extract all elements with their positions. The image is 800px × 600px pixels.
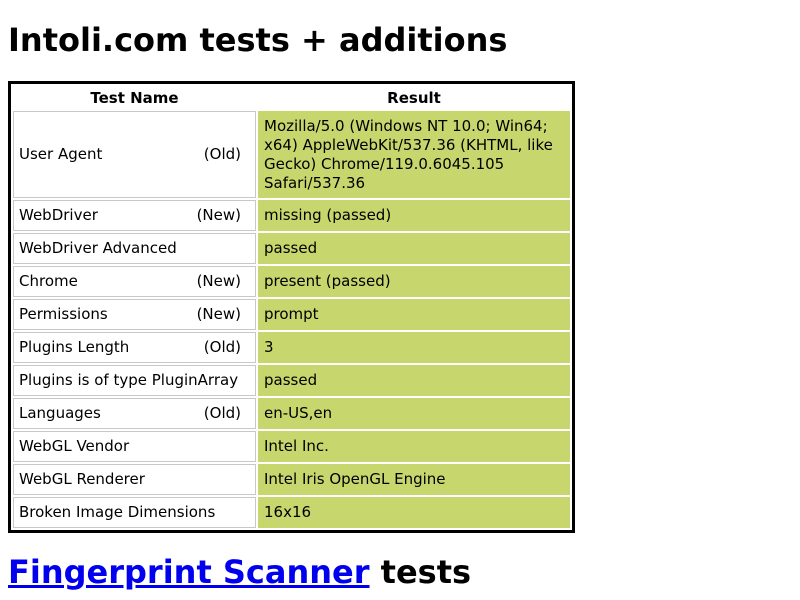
test-result: en-US,en (258, 398, 570, 429)
test-name: Chrome (19, 272, 78, 290)
table-row: Broken Image Dimensions 16x16 (13, 497, 570, 528)
test-name: WebDriver (19, 206, 98, 224)
column-header-test-name: Test Name (90, 89, 179, 107)
column-header-result: Result (387, 89, 441, 107)
table-header-row: Test Name Result (13, 86, 570, 109)
test-result: prompt (258, 299, 570, 330)
test-result: passed (258, 233, 570, 264)
test-name: WebGL Renderer (19, 470, 145, 488)
fingerprint-scanner-link[interactable]: Fingerprint Scanner (8, 553, 370, 591)
test-result: Mozilla/5.0 (Windows NT 10.0; Win64; x64… (258, 111, 570, 198)
test-name: Permissions (19, 305, 108, 323)
test-name-cell: WebDriver (New) (13, 200, 256, 231)
page-title: Intoli.com tests + additions (8, 21, 508, 59)
test-name: WebDriver Advanced (19, 239, 177, 257)
test-result: passed (258, 365, 570, 396)
test-name: WebGL Vendor (19, 437, 130, 455)
fingerprint-heading-suffix: tests (369, 553, 472, 591)
test-name: Plugins Length (19, 338, 130, 356)
test-name-cell: Chrome (New) (13, 266, 256, 297)
test-name-cell: Plugins Length (Old) (13, 332, 256, 363)
test-name-cell: Broken Image Dimensions (13, 497, 256, 528)
test-result: 16x16 (258, 497, 570, 528)
test-result: Intel Iris OpenGL Engine (258, 464, 570, 495)
test-result: 3 (258, 332, 570, 363)
test-tag: (New) (196, 272, 241, 290)
table-row: User Agent (Old) Mozilla/5.0 (Windows NT… (13, 111, 570, 198)
table-row: Permissions (New) prompt (13, 299, 570, 330)
test-name-cell: WebGL Vendor (13, 431, 256, 462)
test-name-cell: Languages (Old) (13, 398, 256, 429)
test-name-cell: Permissions (New) (13, 299, 256, 330)
table-row: Languages (Old) en-US,en (13, 398, 570, 429)
table-row: WebDriver Advanced passed (13, 233, 570, 264)
test-name-cell: Plugins is of type PluginArray (13, 365, 256, 396)
test-tag: (Old) (203, 145, 241, 163)
table-row: WebDriver (New) missing (passed) (13, 200, 570, 231)
test-name-cell: WebGL Renderer (13, 464, 256, 495)
page: Intoli.com tests + additions Test Name R… (0, 0, 800, 600)
test-tag: (New) (196, 305, 241, 323)
test-name: Broken Image Dimensions (19, 503, 216, 521)
table-row: Plugins is of type PluginArray passed (13, 365, 570, 396)
test-result: missing (passed) (258, 200, 570, 231)
table-row: WebGL Renderer Intel Iris OpenGL Engine (13, 464, 570, 495)
test-name-cell: User Agent (Old) (13, 111, 256, 198)
results-table: Test Name Result User Agent (Old) Mozill… (8, 81, 575, 533)
table-row: Plugins Length (Old) 3 (13, 332, 570, 363)
test-name: Languages (19, 404, 101, 422)
test-tag: (Old) (203, 404, 241, 422)
table-row: Chrome (New) present (passed) (13, 266, 570, 297)
test-tag: (Old) (203, 338, 241, 356)
test-name-cell: WebDriver Advanced (13, 233, 256, 264)
table-row: WebGL Vendor Intel Inc. (13, 431, 570, 462)
test-tag: (New) (196, 206, 241, 224)
test-result: Intel Inc. (258, 431, 570, 462)
fingerprint-heading: Fingerprint Scanner tests (8, 552, 471, 592)
test-result: present (passed) (258, 266, 570, 297)
test-name: User Agent (19, 145, 103, 163)
test-name: Plugins is of type PluginArray (19, 371, 239, 389)
